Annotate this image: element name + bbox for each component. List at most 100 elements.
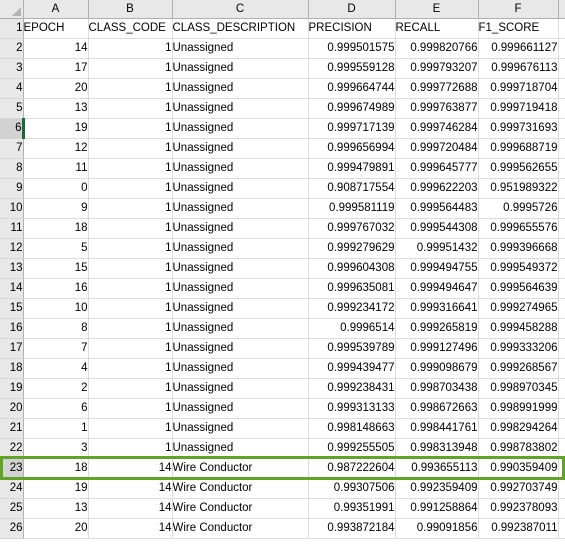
cell-precision[interactable]: 0.999767032 <box>308 218 396 239</box>
cell-class-description[interactable]: Unassigned <box>172 38 309 59</box>
cell-class-code[interactable]: 1 <box>88 278 173 299</box>
cell-class-code[interactable]: 1 <box>88 238 173 259</box>
cell-class-code[interactable]: 1 <box>88 438 173 459</box>
cell-overflow[interactable] <box>558 518 565 539</box>
cell-f1-score[interactable]: 0.992387011 <box>478 518 559 539</box>
cell-f1-score[interactable]: 0.999661127 <box>478 38 559 59</box>
cell-class-code[interactable]: 1 <box>88 218 173 239</box>
cell-overflow[interactable] <box>558 298 565 319</box>
cell-epoch[interactable]: 12 <box>23 138 89 159</box>
cell-epoch[interactable]: 5 <box>23 238 89 259</box>
cell-epoch[interactable]: 11 <box>23 158 89 179</box>
row-header[interactable]: 20 <box>0 398 24 419</box>
cell-class-description[interactable]: Unassigned <box>172 438 309 459</box>
cell-recall[interactable]: 0.991258864 <box>395 498 479 519</box>
cell-overflow[interactable] <box>558 378 565 399</box>
cell-f1-score[interactable]: 0.999676113 <box>478 58 559 79</box>
cell-class-description[interactable]: Unassigned <box>172 198 309 219</box>
cell-class-code[interactable]: 1 <box>88 338 173 359</box>
cell-epoch[interactable]: 19 <box>23 478 89 499</box>
cell-class-description[interactable]: Unassigned <box>172 158 309 179</box>
table-row[interactable]: 7 12 1 Unassigned 0.999656994 0.999720484 0.99… <box>0 138 565 159</box>
cell-recall[interactable]: 0.999763877 <box>395 98 479 119</box>
cell-epoch[interactable]: 19 <box>21 118 89 139</box>
cell-f1-score[interactable]: 0.992378093 <box>478 498 559 519</box>
cell-overflow[interactable] <box>558 118 565 139</box>
cell-precision[interactable]: 0.999279629 <box>308 238 396 259</box>
cell-epoch[interactable]: 6 <box>23 398 89 419</box>
cell-precision[interactable]: 0.99351991 <box>308 498 396 519</box>
cell-precision[interactable]: 0.908717554 <box>308 178 396 199</box>
cell-f1-score[interactable]: 0.999333206 <box>478 338 559 359</box>
cell-class-description[interactable]: Unassigned <box>172 98 309 119</box>
row-header[interactable]: 13 <box>0 258 24 279</box>
table-row[interactable]: 19 2 1 Unassigned 0.999238431 0.998703438 0.99… <box>0 378 565 399</box>
row-header[interactable]: 5 <box>0 98 24 119</box>
cell-class-code[interactable]: 1 <box>88 98 173 119</box>
cell-class-code[interactable]: 1 <box>88 258 173 279</box>
cell-e1[interactable]: RECALL <box>395 18 479 39</box>
cell-recall[interactable]: 0.998703438 <box>395 378 479 399</box>
cell-epoch[interactable]: 15 <box>23 258 89 279</box>
cell-f1-score[interactable]: 0.998970345 <box>478 378 559 399</box>
table-row[interactable]: 26 20 14 Wire Conductor 0.993872184 0.9909185… <box>0 518 565 539</box>
cell-recall[interactable]: 0.999793207 <box>395 58 479 79</box>
cell-recall[interactable]: 0.999494755 <box>395 258 479 279</box>
cell-class-description[interactable]: Unassigned <box>172 278 309 299</box>
cell-precision[interactable]: 0.993872184 <box>308 518 396 539</box>
cell-recall[interactable]: 0.992359409 <box>395 478 479 499</box>
cell-overflow[interactable] <box>558 318 565 339</box>
select-all-button[interactable] <box>0 0 24 19</box>
cell-class-description[interactable]: Unassigned <box>172 178 309 199</box>
row-header[interactable]: 9 <box>0 178 24 199</box>
cell-precision[interactable]: 0.999656994 <box>308 138 396 159</box>
row-header[interactable]: 23 <box>0 458 24 479</box>
cell-epoch[interactable]: 14 <box>23 38 89 59</box>
cell-precision[interactable]: 0.999581119 <box>308 198 396 219</box>
cell-f1-score[interactable]: 0.998294264 <box>478 418 559 439</box>
cell-class-code[interactable]: 1 <box>88 138 173 159</box>
cell-recall[interactable]: 0.999622203 <box>395 178 479 199</box>
cell-overflow[interactable] <box>558 258 565 279</box>
table-row[interactable]: 13 15 1 Unassigned 0.999604308 0.999494755 0.9… <box>0 258 565 279</box>
cell-class-code[interactable]: 1 <box>88 358 173 379</box>
row-header[interactable]: 3 <box>0 58 24 79</box>
cell-f1-score[interactable]: 0.999731693 <box>478 118 559 139</box>
row-header[interactable]: 24 <box>0 478 24 499</box>
column-header-c[interactable]: C <box>172 0 309 19</box>
cell-recall[interactable]: 0.999098679 <box>395 358 479 379</box>
cell-class-description[interactable]: Wire Conductor <box>172 478 309 499</box>
cell-precision[interactable]: 0.999664744 <box>308 78 396 99</box>
cell-class-description[interactable]: Unassigned <box>172 418 309 439</box>
cell-precision[interactable]: 0.987222604 <box>308 458 396 479</box>
table-row[interactable]: 16 8 1 Unassigned 0.9996514 0.999265819 0.9994… <box>0 318 565 339</box>
cell-overflow[interactable] <box>558 158 565 179</box>
cell-recall[interactable]: 0.999127496 <box>395 338 479 359</box>
cell-b1[interactable]: CLASS_CODE <box>88 18 173 39</box>
row-header[interactable]: 22 <box>0 438 24 459</box>
row-header[interactable]: 11 <box>0 218 24 239</box>
cell-recall[interactable]: 0.999746284 <box>395 118 479 139</box>
cell-class-description[interactable]: Unassigned <box>172 258 309 279</box>
cell-c1[interactable]: CLASS_DESCRIPTION <box>172 18 309 39</box>
cell-epoch[interactable]: 20 <box>23 78 89 99</box>
cell-class-code[interactable]: 14 <box>88 458 173 479</box>
cell-epoch[interactable]: 8 <box>23 318 89 339</box>
cell-f1-score[interactable]: 0.990359409 <box>478 458 559 479</box>
cell-epoch[interactable]: 4 <box>23 358 89 379</box>
cell-overflow[interactable] <box>558 138 565 159</box>
cell-class-code[interactable]: 1 <box>88 378 173 399</box>
cell-class-code[interactable]: 1 <box>88 418 173 439</box>
column-header-partial[interactable] <box>558 0 565 19</box>
cell-epoch[interactable]: 18 <box>23 458 89 479</box>
cell-recall[interactable]: 0.99091856 <box>395 518 479 539</box>
cell-precision[interactable]: 0.999479891 <box>308 158 396 179</box>
cell-class-description[interactable]: Unassigned <box>172 58 309 79</box>
row-header[interactable]: 10 <box>0 198 24 219</box>
cell-precision[interactable]: 0.999255505 <box>308 438 396 459</box>
cell-epoch[interactable]: 13 <box>23 98 89 119</box>
column-header-b[interactable]: B <box>88 0 173 19</box>
spreadsheet-grid[interactable]: A B C D E F 1 EPOCH CLASS_CODE CLASS_DES… <box>0 0 565 545</box>
cell-class-description[interactable]: Unassigned <box>172 298 309 319</box>
cell-precision[interactable]: 0.999604308 <box>308 258 396 279</box>
